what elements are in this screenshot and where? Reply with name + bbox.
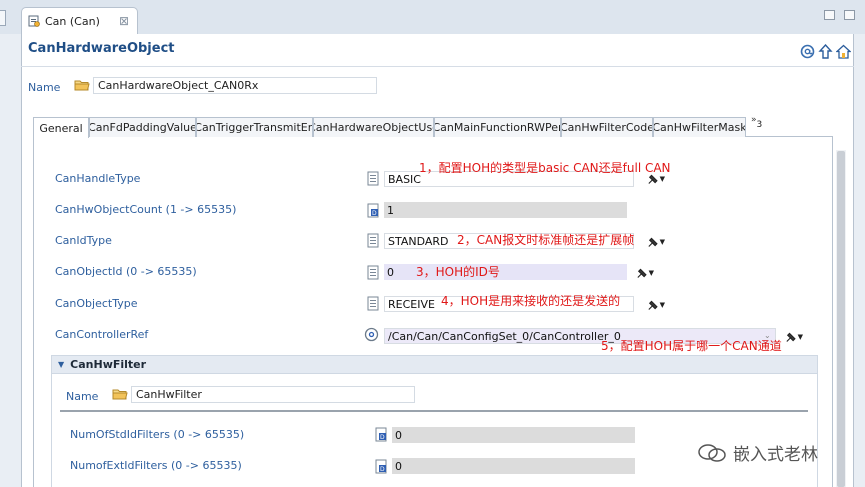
up-arrow-icon[interactable]	[817, 43, 833, 59]
param-action-icon[interactable]: ▼	[647, 172, 665, 186]
watermark: 嵌入式老林	[697, 440, 818, 465]
param-label-canobjecttype: CanObjectType	[55, 297, 138, 310]
maximize-button[interactable]	[844, 10, 855, 20]
scrollbar-thumb[interactable]	[837, 151, 845, 487]
home-icon[interactable]	[835, 43, 851, 59]
annotation-3: 3，HOH的ID号	[416, 265, 500, 279]
param-label-canobjectid: CanObjectId (0 -> 65535)	[55, 265, 197, 278]
filter-name-label: Name	[66, 390, 99, 403]
integer-type-icon: D	[374, 427, 388, 442]
chevron-down-icon: ▼	[797, 333, 803, 341]
wechat-logo-icon	[698, 443, 726, 462]
enum-type-icon	[366, 233, 380, 248]
collapse-triangle-icon[interactable]: ▼	[58, 360, 64, 369]
reference-type-icon	[364, 327, 379, 342]
tab-canhardwareobjectuse[interactable]: CanHardwareObjectUse	[313, 117, 434, 137]
canhwfilter-section-header[interactable]: ▼ CanHwFilter	[51, 355, 818, 374]
tab-canhwfiltermask[interactable]: CanHwFilterMask	[653, 117, 746, 137]
tabs-overflow-button[interactable]: » 3	[751, 115, 762, 130]
page-title: CanHardwareObject	[28, 41, 175, 56]
title-separator	[21, 66, 854, 67]
enum-type-icon	[366, 296, 380, 311]
param-action-icon[interactable]: ▼	[647, 235, 665, 249]
right-pane-edge	[855, 34, 865, 487]
tabs-overflow-count: 3	[756, 120, 763, 130]
tab-cantriggertransmiten[interactable]: CanTriggerTransmitEn	[196, 117, 313, 137]
chevron-down-icon: ▼	[659, 175, 665, 183]
param-label-numofextidfilters: NumofExtIdFilters (0 -> 65535)	[70, 459, 242, 472]
integer-type-icon: D	[366, 203, 380, 218]
param-label-cancontrollerref: CanControllerRef	[55, 328, 149, 341]
section-separator	[60, 410, 808, 412]
tab-canhwfiltercode[interactable]: CanHwFilterCode	[561, 117, 653, 137]
editor-tab-can[interactable]: Can (Can) ⊠	[21, 7, 138, 34]
editor-file-icon	[28, 15, 40, 27]
param-label-canhwobjectcount: CanHwObjectCount (1 -> 65535)	[55, 203, 237, 216]
svg-text:D: D	[380, 434, 385, 441]
chevron-down-icon: ▼	[659, 301, 665, 309]
param-label-canidtype: CanIdType	[55, 234, 112, 247]
reference-at-icon[interactable]	[799, 43, 815, 59]
name-input[interactable]: CanHardwareObject_CAN0Rx	[93, 77, 377, 94]
section-title: CanHwFilter	[70, 358, 147, 371]
annotation-1: 1，配置HOH的类型是basic CAN还是full CAN	[419, 161, 671, 175]
annotation-5: 5，配置HOH属于哪一个CAN通道	[601, 339, 782, 353]
annotation-4: 4，HOH是用来接收的还是发送的	[441, 294, 621, 308]
param-action-icon[interactable]: ▼	[785, 330, 803, 344]
param-label-canhandletype: CanHandleType	[55, 172, 141, 185]
editor-tab-label: Can (Can)	[45, 14, 100, 28]
canhwobjectcount-field[interactable]: 1	[384, 202, 627, 218]
filter-name-input[interactable]: CanHwFilter	[131, 386, 415, 403]
numofextidfilters-field[interactable]: 0	[392, 458, 635, 474]
param-action-icon[interactable]: ▼	[647, 298, 665, 312]
chevron-down-icon: ▼	[648, 269, 654, 277]
close-icon[interactable]: ⊠	[119, 14, 129, 28]
svg-text:D: D	[380, 466, 385, 473]
watermark-text: 嵌入式老林	[733, 445, 818, 465]
minimize-button[interactable]	[824, 10, 835, 20]
left-panel-stub[interactable]	[0, 10, 6, 26]
svg-text:D: D	[372, 210, 377, 217]
name-label: Name	[28, 81, 61, 94]
param-action-icon[interactable]: ▼	[636, 266, 654, 280]
tab-canfdpaddingvalue[interactable]: CanFdPaddingValue	[89, 117, 196, 137]
integer-type-icon	[366, 265, 380, 280]
folder-icon	[112, 388, 128, 400]
tab-general[interactable]: General	[33, 117, 89, 138]
numofstdidfilters-field[interactable]: 0	[392, 427, 635, 443]
integer-type-icon: D	[374, 459, 388, 474]
annotation-2: 2，CAN报文时标准帧还是扩展帧	[457, 233, 635, 247]
tab-canmainfunctionrwper[interactable]: CanMainFunctionRWPer	[434, 117, 561, 137]
chevron-down-icon: ▼	[659, 238, 665, 246]
param-label-numofstdidfilters: NumOfStdIdFilters (0 -> 65535)	[70, 428, 245, 441]
folder-icon	[74, 79, 90, 91]
enum-type-icon	[366, 171, 380, 186]
